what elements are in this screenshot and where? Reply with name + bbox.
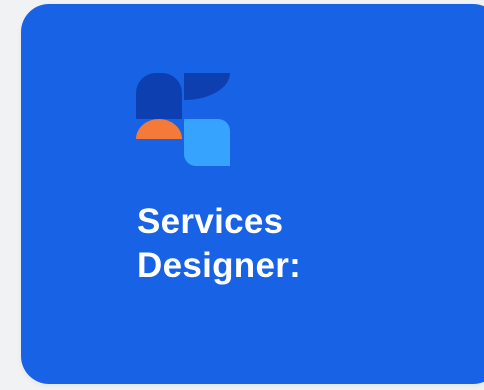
logo-orange-semicircle — [136, 119, 182, 139]
services-designer-logo-icon — [136, 73, 232, 169]
card-title-line-1: Services — [137, 202, 284, 241]
logo-quarter-circle — [184, 73, 230, 100]
logo-light-square — [184, 119, 230, 166]
logo-svg — [136, 73, 230, 166]
logo-dark-block — [136, 73, 182, 119]
card-title: Services Designer: — [137, 200, 301, 288]
services-designer-card[interactable]: Services Designer: — [21, 4, 484, 384]
card-title-line-2: Designer: — [137, 246, 302, 285]
